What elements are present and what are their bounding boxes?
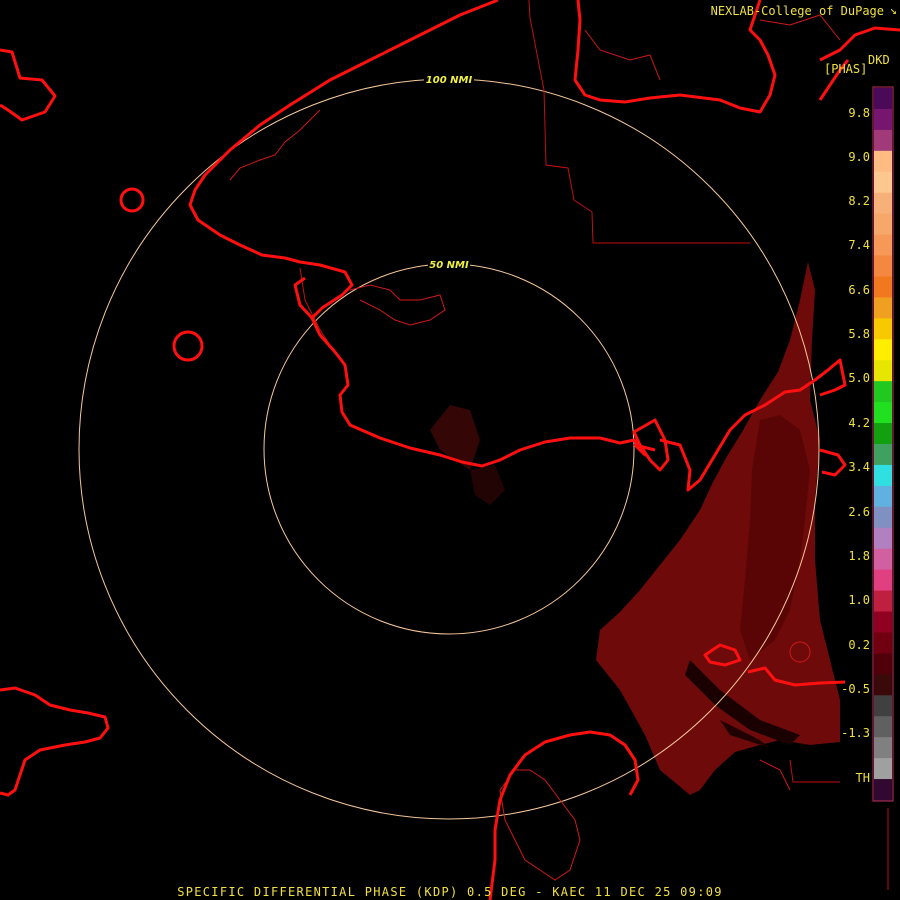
legend-swatch [874, 297, 892, 319]
legend-color-bar [874, 88, 892, 801]
legend-swatch [874, 779, 892, 801]
legend-tick: 3.4 [848, 460, 870, 474]
legend-swatch [874, 255, 892, 278]
legend-swatch [874, 108, 892, 131]
legend-tick: -1.3 [841, 726, 870, 740]
corner-arrow-icon: ↘ [889, 3, 897, 17]
legend-swatch [874, 150, 892, 173]
legend-swatch [874, 611, 892, 634]
legend-swatch [874, 192, 892, 215]
legend-swatch [874, 569, 892, 592]
legend-swatch [874, 88, 892, 110]
legend-tick: TH [855, 771, 870, 785]
legend-tick: 2.6 [848, 505, 870, 519]
legend-units: [PHAS] [824, 62, 868, 76]
legend-swatch [874, 653, 892, 675]
legend-swatch [874, 506, 892, 529]
legend-swatch [874, 129, 892, 152]
legend-swatch [874, 234, 892, 257]
legend-swatch [874, 276, 892, 299]
legend-tick: 4.2 [848, 416, 870, 430]
legend-swatch [874, 485, 892, 508]
legend-swatch [874, 423, 892, 445]
legend-swatch [874, 674, 892, 696]
legend-swatch [874, 213, 892, 236]
range-ring-label-50: 50 NMI [429, 260, 469, 271]
legend-tick: 5.0 [848, 371, 870, 385]
legend-tick: 1.8 [848, 549, 870, 563]
legend-tick: 5.8 [848, 327, 870, 341]
product-code: DKD [868, 53, 890, 67]
legend-swatch [874, 339, 892, 361]
legend-swatch [874, 464, 892, 487]
legend-swatch [874, 171, 892, 194]
credit-text: NEXLAB-College of DuPage [710, 4, 884, 18]
legend-swatch [874, 318, 892, 340]
legend-tick: 7.4 [848, 238, 870, 252]
legend-tick: 9.0 [848, 150, 870, 164]
range-ring-label-100: 100 NMI [426, 75, 473, 86]
legend-swatch [874, 548, 892, 571]
legend-tick: 8.2 [848, 194, 870, 208]
legend-swatch [874, 695, 892, 717]
legend-swatch [874, 632, 892, 655]
radar-map: 100 NMI 50 NMI [0, 0, 900, 900]
legend-tick: 9.8 [848, 106, 870, 120]
legend-swatch [874, 737, 892, 759]
product-caption: SPECIFIC DIFFERENTIAL PHASE (KDP) 0.5 DE… [177, 885, 723, 899]
legend-tick: -0.5 [841, 682, 870, 696]
legend-swatch [874, 758, 892, 780]
legend-swatch [874, 527, 892, 550]
legend-tick: 6.6 [848, 283, 870, 297]
legend-swatch [874, 444, 892, 466]
legend-swatch [874, 590, 892, 613]
legend-tick: 1.0 [848, 593, 870, 607]
legend-swatch [874, 716, 892, 738]
legend-swatch [874, 381, 892, 403]
legend-swatch [874, 360, 892, 382]
legend-tick: 0.2 [848, 638, 870, 652]
legend-swatch [874, 402, 892, 424]
